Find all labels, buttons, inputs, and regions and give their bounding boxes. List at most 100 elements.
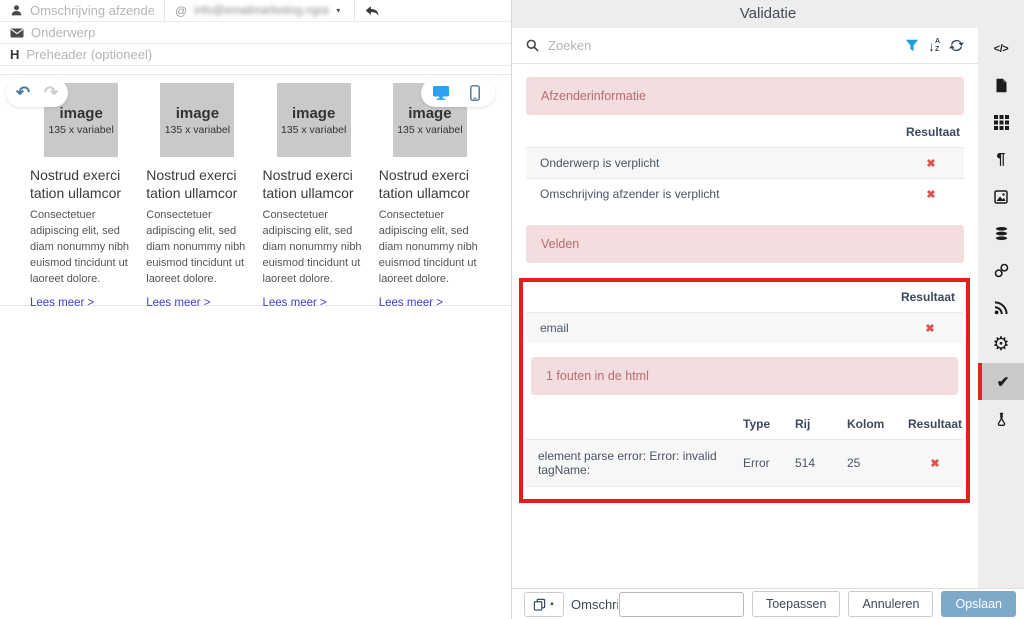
error-table: Type Rij Kolom Resultaat element parse e… xyxy=(526,409,963,487)
image-placeholder-label: image xyxy=(291,104,336,122)
fail-icon: ✖ xyxy=(925,322,935,335)
image-placeholder-size: 135 x variabel xyxy=(280,123,347,136)
column-heading: Nostrud exerci tation ullamcor xyxy=(262,167,354,201)
description-label: Omschrijvin xyxy=(571,596,618,612)
toolbar-item-rss[interactable] xyxy=(978,289,1024,326)
read-more-link[interactable]: Lees meer > xyxy=(263,297,327,309)
read-more-link[interactable]: Lees meer > xyxy=(379,297,443,309)
preheader-input[interactable] xyxy=(26,47,501,62)
preview-column: image 135 x variabel Nostrud exerci tati… xyxy=(30,83,132,311)
validation-panel-title: Validatie xyxy=(512,0,1024,28)
error-row-number: 514 xyxy=(795,456,816,470)
error-message: element parse error: Error: invalid tagN… xyxy=(538,449,717,477)
column-body: Consectetuer adipiscing elit, sed diam n… xyxy=(378,209,478,285)
editor-pane: @ info@emailmarketing.ngrai ▾ H xyxy=(0,0,512,619)
toolbar-item-image[interactable] xyxy=(978,178,1024,215)
toolbar-item-settings[interactable]: ⚙ xyxy=(978,326,1024,363)
col-result-header: Resultaat xyxy=(907,417,963,431)
history-controls: ↶ ↷ xyxy=(6,79,68,107)
save-button[interactable]: Opslaan xyxy=(941,591,1016,617)
toolbar-item-code[interactable]: </> xyxy=(978,30,1024,67)
col-row-header: Rij xyxy=(795,417,811,431)
sender-description-input[interactable] xyxy=(30,3,154,18)
toolbar-item-link[interactable] xyxy=(978,252,1024,289)
code-icon: </> xyxy=(993,42,1009,55)
chevron-down-icon[interactable]: ▾ xyxy=(336,6,340,15)
validation-search-bar: ↓ AZ xyxy=(512,28,978,64)
filter-icon[interactable] xyxy=(905,39,919,52)
reply-arrow-icon xyxy=(365,5,380,17)
image-icon xyxy=(994,189,1008,204)
email-editor-app: @ info@emailmarketing.ngrai ▾ H xyxy=(0,0,1024,619)
validation-row-label: Omschrijving afzender is verplicht xyxy=(540,187,720,201)
template-preview: ↶ ↷ image 135 x variabel Nostrud exerci xyxy=(0,74,511,309)
sender-description-field[interactable] xyxy=(0,0,165,21)
validation-row: Omschrijving afzender is verplicht ✖ xyxy=(526,178,964,209)
sender-email-redacted: info@emailmarketing.ngrai xyxy=(194,4,330,17)
image-placeholder: image 135 x variabel xyxy=(276,83,351,157)
fail-icon: ✖ xyxy=(926,157,936,170)
banner-fields: Velden xyxy=(526,225,964,263)
error-table-row: element parse error: Error: invalid tagN… xyxy=(526,439,963,487)
refresh-icon[interactable] xyxy=(949,38,964,53)
image-placeholder-size: 135 x variabel xyxy=(397,123,463,136)
annotation-highlight-box: Resultaat email ✖ 1 fouten in de html Ty… xyxy=(519,278,970,503)
preview-column: image 135 x variabel Nostrud exerci tati… xyxy=(146,83,248,311)
subject-row xyxy=(0,22,511,44)
toolbar-item-document[interactable] xyxy=(978,67,1024,104)
error-table-header: Type Rij Kolom Resultaat xyxy=(526,409,963,439)
toolbar-item-test[interactable] xyxy=(978,400,1024,437)
preheader-field[interactable]: H xyxy=(0,44,511,65)
read-more-link[interactable]: Lees meer > xyxy=(146,297,210,309)
toolbar-item-paragraph[interactable]: ¶ xyxy=(978,141,1024,178)
mobile-view-button[interactable] xyxy=(464,82,486,104)
result-column-header: Resultaat xyxy=(900,290,955,304)
copy-dropdown-button[interactable]: ▲ xyxy=(524,591,564,617)
undo-button[interactable]: ↶ xyxy=(12,82,34,104)
subject-field[interactable] xyxy=(0,22,511,43)
database-icon xyxy=(994,226,1008,241)
desktop-view-button[interactable] xyxy=(430,82,452,104)
person-icon xyxy=(10,4,23,17)
apply-button[interactable]: Toepassen xyxy=(751,591,841,617)
sort-az-icon[interactable]: ↓ AZ xyxy=(928,38,940,54)
sender-email-select[interactable]: @ info@emailmarketing.ngrai ▾ xyxy=(165,0,355,21)
file-icon xyxy=(996,78,1006,93)
column-heading: Nostrud exerci tation ullamcor xyxy=(378,167,470,201)
col-type-header: Type xyxy=(743,417,771,431)
banner-sender-info: Afzenderinformatie xyxy=(526,77,964,115)
subject-input[interactable] xyxy=(31,25,501,40)
column-body: Consectetuer adipiscing elit, sed diam n… xyxy=(262,209,362,285)
preview-column: image 135 x variabel Nostrud exerci tati… xyxy=(263,83,365,311)
fail-icon: ✖ xyxy=(926,188,936,201)
toolbar-item-grid[interactable] xyxy=(978,104,1024,141)
toolbar-item-database[interactable] xyxy=(978,215,1024,252)
redo-button[interactable]: ↷ xyxy=(40,82,62,104)
footer-bar: ▲ Omschrijvin Toepassen Annuleren Opslaa… xyxy=(512,588,1024,619)
fail-icon: ✖ xyxy=(930,457,940,470)
error-type: Error xyxy=(743,456,770,470)
image-placeholder-label: image xyxy=(59,104,103,122)
read-more-link[interactable]: Lees meer > xyxy=(30,297,94,309)
column-heading: Nostrud exerci tation ullamcor xyxy=(30,167,122,201)
search-input[interactable] xyxy=(548,38,896,53)
cancel-button[interactable]: Annuleren xyxy=(848,591,934,617)
image-placeholder-label: image xyxy=(408,104,452,122)
module-toolbar: </> ¶ ⚙ ✔ xyxy=(978,28,1024,588)
preheader-h-icon: H xyxy=(10,47,20,62)
sender-row: @ info@emailmarketing.ngrai ▾ xyxy=(0,0,511,22)
col-column-header: Kolom xyxy=(847,417,885,431)
device-toggle xyxy=(421,79,495,107)
column-body: Consectetuer adipiscing elit, sed diam n… xyxy=(146,209,246,285)
validation-row: email ✖ xyxy=(526,312,963,343)
toolbar-item-validation[interactable]: ✔ xyxy=(978,363,1024,400)
description-input[interactable] xyxy=(618,591,744,617)
image-placeholder-size: 135 x variabel xyxy=(164,123,231,136)
validation-results: Afzenderinformatie Resultaat Onderwerp i… xyxy=(512,64,978,588)
image-placeholder: image 135 x variabel xyxy=(160,83,235,157)
search-icon xyxy=(526,39,539,52)
at-icon: @ xyxy=(175,3,188,18)
reply-address-button[interactable] xyxy=(355,0,390,21)
gear-icon: ⚙ xyxy=(992,334,1010,355)
link-icon xyxy=(994,263,1008,278)
